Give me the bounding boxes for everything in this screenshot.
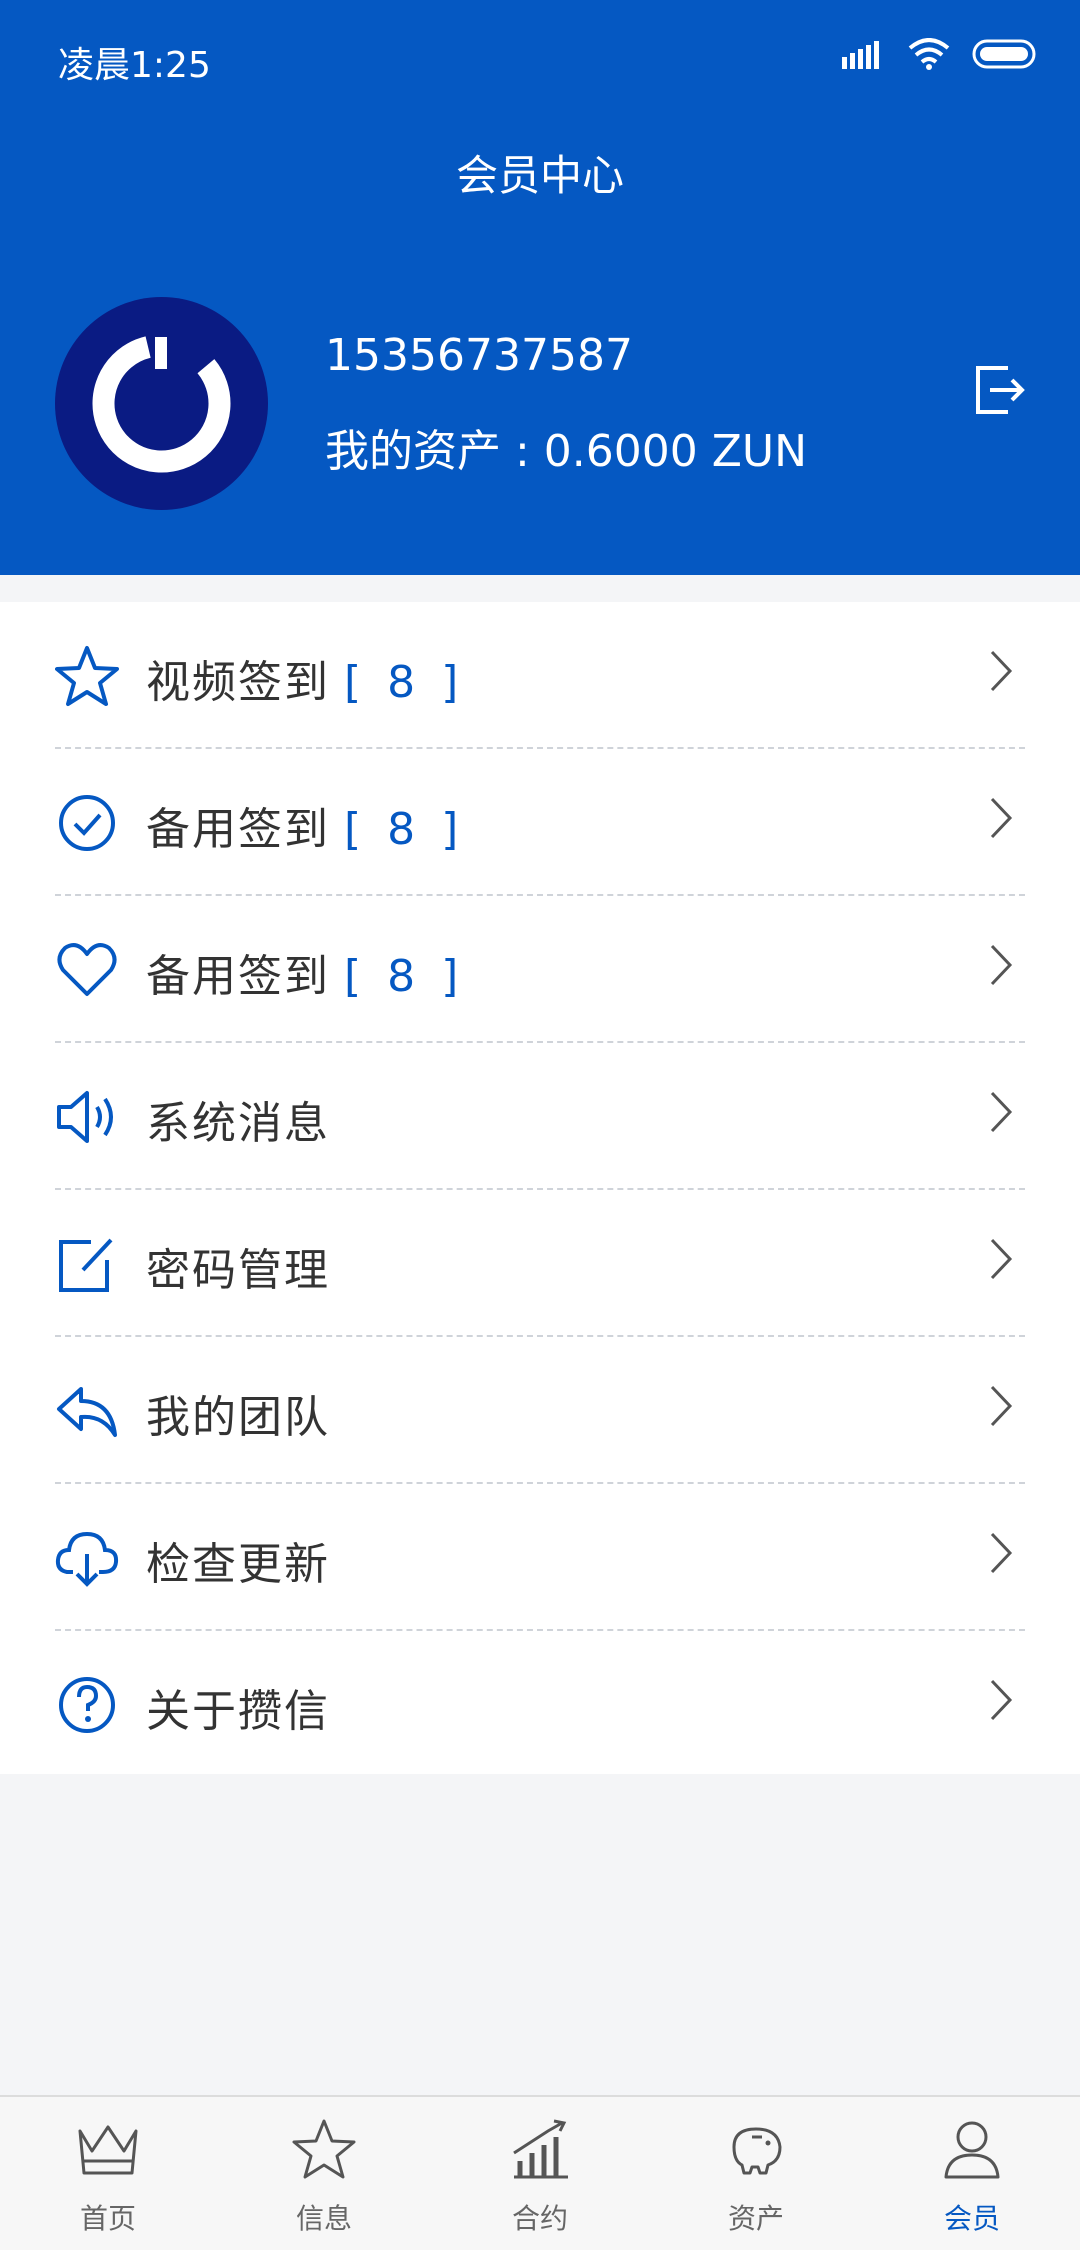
star-icon (55, 646, 119, 706)
chevron-right-icon (990, 1532, 1013, 1574)
check-circle-icon (59, 795, 115, 851)
edit-icon (59, 1238, 113, 1292)
tab-label: 首页 (79, 2202, 136, 2235)
menu-item-label: 备用签到 (146, 951, 330, 1002)
tab-member[interactable]: 会员 (864, 2097, 1080, 2250)
chevron-right-icon (990, 797, 1013, 839)
menu-item-backup-checkin-2[interactable]: 备用签到 [ 8 ] (0, 896, 1080, 1043)
menu-item-label: 视频签到 (146, 657, 330, 708)
tab-assets[interactable]: 资产 (648, 2097, 864, 2250)
tab-home[interactable]: 首页 (0, 2097, 216, 2250)
menu-item-label: 我的团队 (146, 1392, 330, 1443)
tab-label: 合约 (511, 2202, 568, 2235)
user-assets: 我的资产 : 0.6000 ZUN (325, 426, 808, 477)
piggy-bank-icon (732, 2127, 782, 2175)
status-time: 凌晨1:25 (58, 45, 211, 86)
status-icons (842, 38, 1040, 70)
tab-label: 信息 (295, 2202, 352, 2235)
reply-icon (57, 1387, 117, 1437)
chevron-right-icon (990, 1238, 1013, 1280)
menu-item-my-team[interactable]: 我的团队 (0, 1337, 1080, 1484)
star-outline-icon (292, 2119, 356, 2179)
speaker-icon (57, 1091, 113, 1143)
user-phone: 15356737587 (325, 330, 633, 381)
header: 凌晨1:25 会员中心 15356737587 我的资产 : 0.6000 ZU… (0, 0, 1080, 575)
signal-icon (842, 41, 879, 69)
menu-item-system-messages[interactable]: 系统消息 (0, 1043, 1080, 1190)
heart-icon (57, 943, 117, 996)
menu-list: 视频签到 [ 8 ] 备用签到 [ 8 ] 备用签到 [ 8 ] 系统消息 密码管理 … (0, 602, 1080, 1774)
avatar[interactable] (55, 297, 268, 510)
chevron-right-icon (990, 650, 1013, 692)
chart-icon (513, 2119, 568, 2179)
menu-item-label: 密码管理 (146, 1245, 330, 1296)
menu-item-check-update[interactable]: 检查更新 (0, 1484, 1080, 1631)
tab-label: 资产 (727, 2202, 784, 2235)
menu-item-count: [ 8 ] (344, 951, 465, 1002)
menu-item-count: [ 8 ] (344, 657, 465, 708)
menu-item-backup-checkin-1[interactable]: 备用签到 [ 8 ] (0, 749, 1080, 896)
menu-item-label: 检查更新 (146, 1539, 330, 1590)
tab-label: 会员 (943, 2202, 1000, 2235)
page-title: 会员中心 (455, 151, 624, 200)
menu-item-label: 关于攒信 (146, 1686, 330, 1737)
help-circle-icon (59, 1677, 115, 1733)
chevron-right-icon (990, 944, 1013, 986)
cloud-download-icon (55, 1531, 119, 1587)
wifi-icon (908, 38, 950, 70)
tab-info[interactable]: 信息 (216, 2097, 432, 2250)
chevron-right-icon (990, 1091, 1013, 1133)
tab-contract[interactable]: 合约 (432, 2097, 648, 2250)
logout-icon[interactable] (968, 360, 1028, 420)
user-icon (944, 2121, 1000, 2179)
tab-bar: 首页 信息 合约 资产 会员 (0, 2095, 1080, 2250)
menu-item-label: 系统消息 (146, 1098, 330, 1149)
menu-item-video-checkin[interactable]: 视频签到 [ 8 ] (0, 602, 1080, 749)
menu-item-about[interactable]: 关于攒信 (0, 1631, 1080, 1778)
menu-item-count: [ 8 ] (344, 804, 465, 855)
battery-icon (972, 39, 1036, 69)
logo-icon (92, 334, 231, 473)
menu-item-password[interactable]: 密码管理 (0, 1190, 1080, 1337)
crown-icon (78, 2125, 138, 2175)
menu-item-label: 备用签到 (146, 804, 330, 855)
chevron-right-icon (990, 1679, 1013, 1721)
chevron-right-icon (990, 1385, 1013, 1427)
